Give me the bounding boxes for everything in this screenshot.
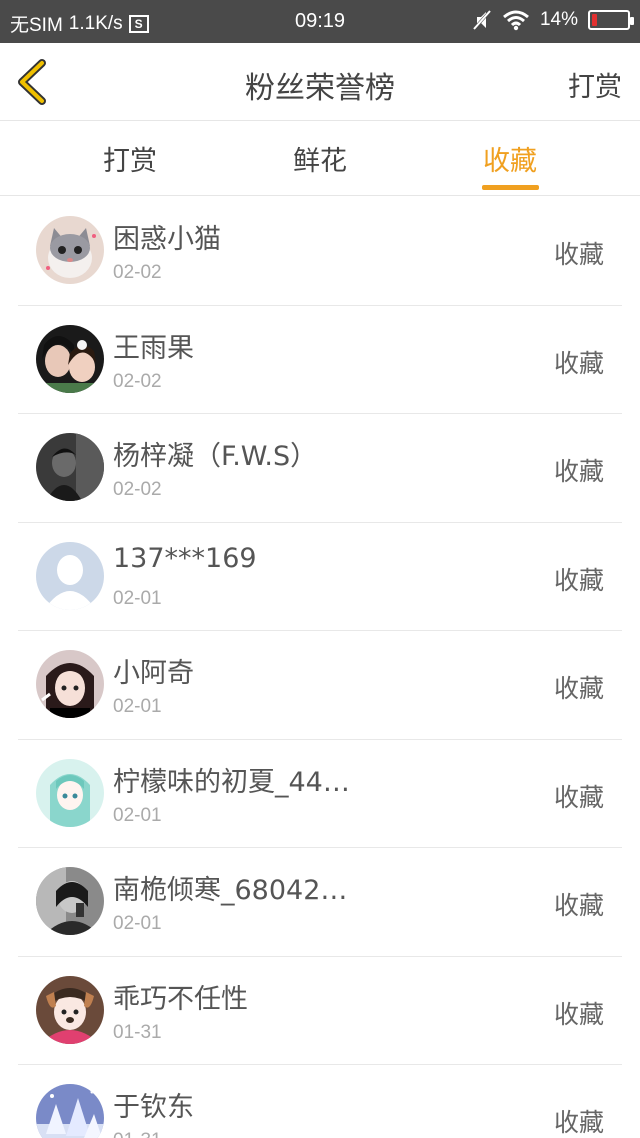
fan-name[interactable]: 小阿奇	[113, 651, 194, 690]
battery-icon	[588, 10, 634, 30]
fan-date: 02-02	[113, 479, 162, 500]
fan-row[interactable]: 王雨果 02-02 收藏	[18, 306, 622, 414]
status-bar: 无SIM 1.1K/s S 09:19 14%	[0, 0, 640, 43]
fan-date: 01-31	[113, 1021, 162, 1043]
anime-avatar-image	[36, 758, 104, 827]
fan-name[interactable]: 柠檬味的初夏_44…	[113, 760, 350, 799]
fan-date: 02-01	[113, 696, 162, 717]
fan-name[interactable]: 杨梓凝（F.W.S）	[113, 434, 317, 473]
fan-action-label: 收藏	[553, 240, 604, 269]
dark-photo-avatar-image	[36, 433, 104, 501]
wifi-icon	[503, 10, 529, 31]
avatar[interactable]	[36, 433, 104, 501]
fan-name[interactable]: 137***169	[113, 543, 257, 574]
fan-action-label: 收藏	[553, 1108, 604, 1137]
tab-bar: 打赏 鲜花 收藏	[0, 121, 640, 196]
status-right: 14%	[472, 9, 634, 31]
fan-date: 01-31	[113, 1130, 162, 1138]
default-avatar-image	[36, 541, 104, 610]
avatar[interactable]	[36, 975, 104, 1044]
fan-action-label: 收藏	[553, 457, 604, 486]
two-girls-avatar-image	[36, 324, 104, 393]
fan-row[interactable]: 柠檬味的初夏_44… 02-01 收藏	[18, 740, 622, 848]
tab-favorites[interactable]: 收藏	[450, 139, 570, 178]
fan-name[interactable]: 南桅倾寒_68042…	[113, 868, 347, 907]
fan-row[interactable]: 于钦东 01-31 收藏	[18, 1065, 622, 1138]
active-tab-indicator	[482, 185, 539, 190]
fan-action-label: 收藏	[553, 565, 604, 595]
avatar[interactable]	[36, 216, 104, 284]
fan-name[interactable]: 王雨果	[113, 326, 194, 365]
winter-scene-avatar-image	[36, 1084, 104, 1138]
avatar[interactable]	[36, 650, 104, 718]
avatar[interactable]	[36, 1084, 104, 1138]
fan-row[interactable]: 小阿奇 02-01 收藏	[18, 631, 622, 740]
fan-row[interactable]: 南桅倾寒_68042… 02-01 收藏	[18, 848, 622, 957]
fan-name[interactable]: 困惑小猫	[113, 217, 221, 256]
fan-name[interactable]: 于钦东	[113, 1085, 194, 1124]
avatar[interactable]	[36, 867, 104, 935]
fan-row[interactable]: 困惑小猫 02-02 收藏	[18, 197, 622, 306]
fan-name[interactable]: 乖巧不任性	[113, 977, 248, 1016]
fan-action-label: 收藏	[553, 891, 604, 920]
page-title: 粉丝荣誉榜	[245, 71, 395, 106]
mute-icon	[472, 10, 492, 30]
fan-action-label: 收藏	[553, 348, 604, 378]
fan-row[interactable]: 杨梓凝（F.W.S） 02-02 收藏	[18, 414, 622, 523]
fan-date: 02-02	[113, 262, 162, 283]
tab-flowers[interactable]: 鲜花	[260, 139, 380, 178]
fan-date: 02-01	[113, 804, 162, 826]
cat-avatar-image	[36, 216, 104, 284]
fan-date: 02-01	[113, 913, 162, 934]
avatar[interactable]	[36, 541, 104, 610]
battery-percent: 14%	[539, 9, 578, 30]
fan-action-label: 收藏	[553, 999, 604, 1029]
battery-level	[592, 14, 597, 26]
fan-date: 02-02	[113, 370, 162, 392]
fan-row[interactable]: 137***169 02-01 收藏	[18, 523, 622, 631]
fan-row[interactable]: 乖巧不任性 01-31 收藏	[18, 957, 622, 1065]
nav-bar: 粉丝荣誉榜 打赏	[0, 43, 640, 121]
tab-reward[interactable]: 打赏	[70, 139, 190, 178]
fan-date: 02-01	[113, 587, 162, 609]
reward-button[interactable]: 打赏	[568, 65, 622, 104]
fan-action-label: 收藏	[553, 782, 604, 812]
mono-photo-avatar-image	[36, 867, 104, 935]
fan-list: 困惑小猫 02-02 收藏 王雨果 02-02 收藏 杨梓凝（F.W.S） 02-02 收藏 13…	[0, 197, 640, 1138]
avatar[interactable]	[36, 324, 104, 393]
fan-action-label: 收藏	[553, 674, 604, 703]
girl-avatar-image	[36, 650, 104, 718]
dog-filter-avatar-image	[36, 975, 104, 1044]
avatar[interactable]	[36, 758, 104, 827]
